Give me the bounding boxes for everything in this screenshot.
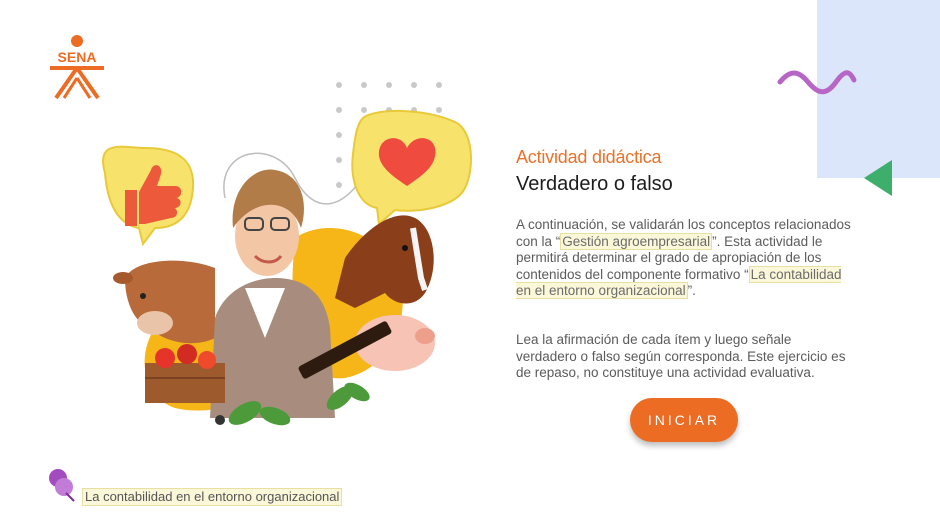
illustration-farmer (102, 82, 472, 426)
squiggle-decoration (777, 70, 857, 95)
page-title: Verdadero o falso (516, 173, 673, 195)
thumbs-up-icon (102, 145, 195, 247)
triangle-decoration (864, 160, 892, 196)
start-button[interactable]: INICIAR (630, 398, 738, 442)
instructions-paragraph: Lea la afirmación de cada ítem y luego s… (516, 332, 846, 381)
intro-text-3: ”. (687, 283, 696, 299)
footer-label: La contabilidad en el entorno organizaci… (82, 488, 343, 506)
logo-text: SENA (58, 49, 97, 65)
highlight-term-1: Gestión agroempresarial (560, 232, 713, 250)
pin-icon (49, 469, 75, 502)
cow-figure (113, 260, 215, 344)
heart-icon (351, 110, 472, 226)
intro-paragraph: A continuación, se validarán los concept… (516, 217, 851, 300)
activity-label: Actividad didáctica (516, 147, 662, 167)
